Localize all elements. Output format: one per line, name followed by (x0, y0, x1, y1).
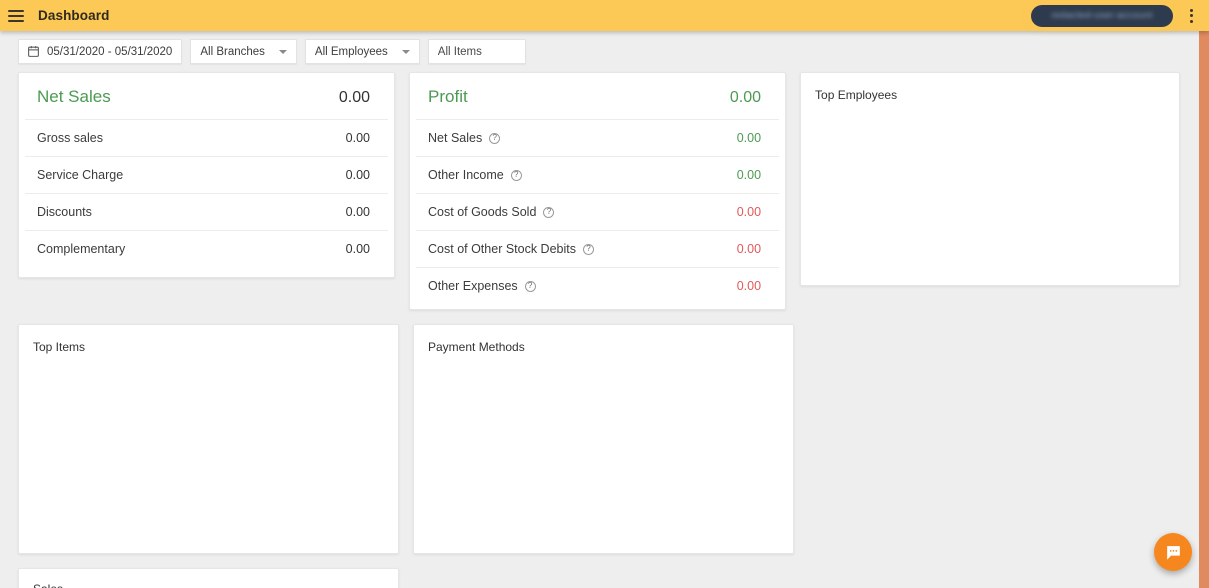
row-label: Net Sales (428, 131, 483, 145)
date-range-label: 05/31/2020 - 05/31/2020 (47, 45, 173, 58)
profit-amount: 0.00 (729, 89, 762, 106)
row-label: Service Charge (37, 168, 124, 182)
top-items-title: Top Items (33, 340, 86, 354)
net-sales-amount: 0.00 (338, 89, 371, 106)
row-value: 0.00 (345, 242, 371, 256)
items-filter-input[interactable] (427, 39, 526, 64)
chevron-down-icon (278, 49, 287, 54)
table-row: Gross sales 0.00 (25, 120, 389, 157)
kebab-menu-icon[interactable] (1181, 4, 1201, 28)
row-value: 0.00 (736, 131, 762, 145)
sales-card: Sales (18, 568, 399, 588)
help-icon[interactable]: ? (583, 243, 594, 255)
page-title: Dashboard (38, 8, 110, 23)
row-value: 0.00 (736, 205, 762, 219)
row-value: 0.00 (736, 279, 762, 293)
table-row: Discounts 0.00 (25, 194, 389, 231)
row-label: Other Income (428, 168, 504, 182)
row-spacer (0, 554, 1209, 568)
employee-filter-dropdown[interactable]: All Employees (304, 39, 420, 64)
help-icon[interactable]: ? (524, 280, 536, 292)
top-employees-card: Top Employees (800, 72, 1181, 286)
top-items-card: Top Items (18, 324, 399, 554)
profit-title: Profit (428, 87, 468, 106)
net-sales-rows: Gross sales 0.00 Service Charge 0.00 Dis… (19, 120, 394, 277)
net-sales-title: Net Sales (37, 87, 111, 106)
profit-rows: Net Sales ? 0.00 Other Income ? 0.00 Cos… (410, 120, 785, 309)
user-account-pill[interactable]: redacted-user-account (1031, 4, 1173, 27)
cards-row-top: Net Sales 0.00 Gross sales 0.00 Service … (0, 72, 1209, 310)
table-row: Cost of Goods Sold ? 0.00 (416, 194, 780, 231)
table-row: Cost of Other Stock Debits ? 0.00 (416, 231, 780, 268)
help-icon[interactable]: ? (543, 206, 555, 218)
row-value: 0.00 (345, 205, 371, 219)
help-icon[interactable]: ? (510, 169, 522, 181)
cards-row-bottom: Sales (0, 568, 1209, 588)
row-label: Cost of Goods Sold (428, 205, 537, 219)
table-row: Net Sales ? 0.00 (416, 120, 780, 157)
chevron-down-icon (401, 49, 410, 54)
row-spacer (0, 310, 1209, 324)
row-label: Discounts (37, 205, 92, 219)
row-value: 0.00 (736, 242, 762, 256)
payment-methods-title: Payment Methods (428, 340, 525, 354)
user-account-label: redacted-user-account (1051, 10, 1153, 21)
chat-bubble-icon (1166, 545, 1180, 560)
app-header: Dashboard redacted-user-account (0, 0, 1209, 31)
help-icon[interactable]: ? (489, 132, 501, 144)
net-sales-header: Net Sales 0.00 (25, 73, 389, 120)
page-body: 05/31/2020 - 05/31/2020 All Branches All… (0, 31, 1209, 588)
profit-header: Profit 0.00 (416, 73, 780, 120)
table-row: Complementary 0.00 (25, 231, 388, 267)
right-edge-strip (1199, 31, 1209, 588)
profit-card: Profit 0.00 Net Sales ? 0.00 Other Incom… (409, 72, 787, 310)
calendar-icon (27, 45, 40, 58)
payment-methods-card: Payment Methods (413, 324, 794, 554)
row-value: 0.00 (345, 131, 371, 145)
row-label: Other Expenses (428, 279, 518, 293)
row-label: Complementary (37, 242, 126, 256)
net-sales-card: Net Sales 0.00 Gross sales 0.00 Service … (18, 72, 396, 278)
filter-bar: 05/31/2020 - 05/31/2020 All Branches All… (0, 31, 1209, 72)
chat-bubble-button[interactable] (1154, 533, 1192, 571)
row-value: 0.00 (345, 168, 371, 182)
table-row: Other Income ? 0.00 (416, 157, 780, 194)
top-employees-title: Top Employees (815, 88, 898, 102)
employee-filter-label: All Employees (314, 45, 388, 58)
branch-filter-label: All Branches (200, 45, 265, 58)
date-range-picker[interactable]: 05/31/2020 - 05/31/2020 (18, 39, 183, 64)
row-value: 0.00 (736, 168, 762, 182)
row-label: Cost of Other Stock Debits (428, 242, 576, 256)
hamburger-icon[interactable] (6, 6, 26, 26)
sales-title: Sales (19, 569, 398, 588)
cards-row-middle: Top Items Payment Methods (0, 324, 1209, 554)
row-label: Gross sales (37, 131, 103, 145)
table-row: Other Expenses ? 0.00 (416, 268, 779, 304)
branch-filter-dropdown[interactable]: All Branches (190, 39, 297, 64)
table-row: Service Charge 0.00 (25, 157, 389, 194)
